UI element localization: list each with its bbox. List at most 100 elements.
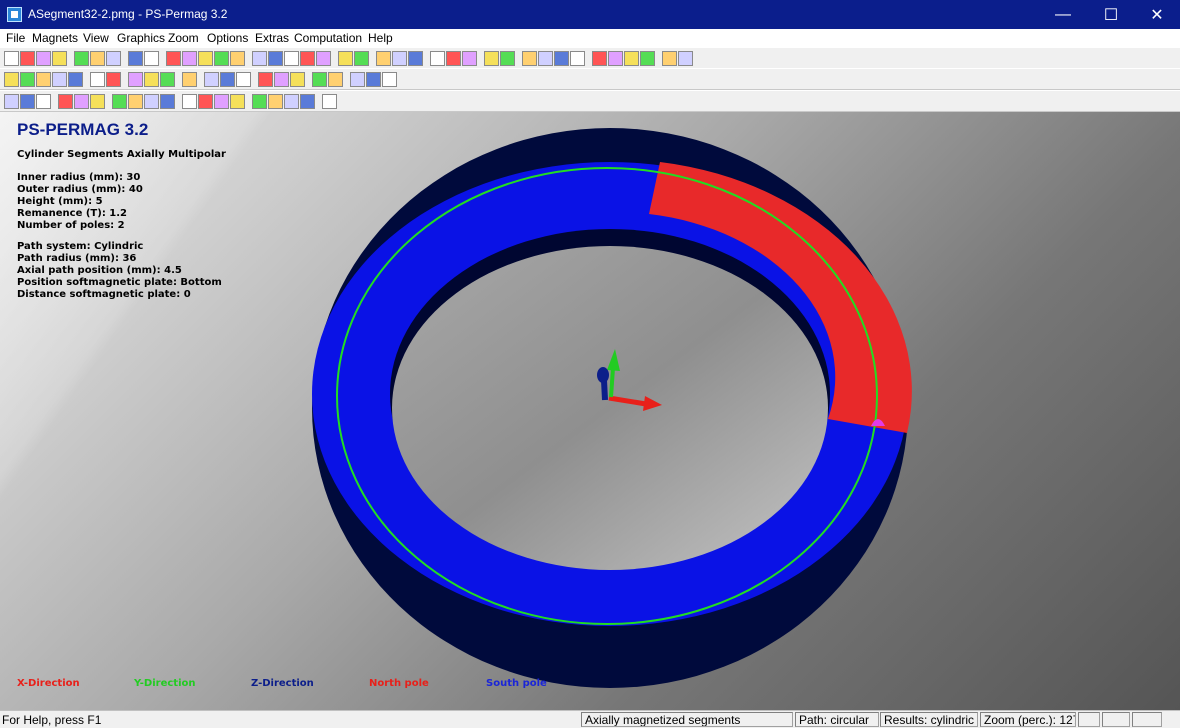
toolbar-button[interactable]: [68, 72, 83, 87]
toolbar-button[interactable]: [166, 51, 181, 66]
toolbar-button[interactable]: [570, 51, 585, 66]
toolbar-button[interactable]: [284, 94, 299, 109]
toolbar-button[interactable]: [106, 72, 121, 87]
toolbar-button[interactable]: [554, 51, 569, 66]
toolbar-button[interactable]: [354, 51, 369, 66]
menu-view[interactable]: View: [83, 31, 109, 45]
toolbar-button[interactable]: [230, 94, 245, 109]
toolbar-button[interactable]: [290, 72, 305, 87]
toolbar-button[interactable]: [268, 94, 283, 109]
toolbar-button[interactable]: [392, 51, 407, 66]
softmagnetic-plate-position: Position softmagnetic plate: Bottom: [17, 277, 222, 288]
toolbar-button[interactable]: [58, 94, 73, 109]
menu-file[interactable]: File: [6, 31, 25, 45]
toolbar-button[interactable]: [52, 51, 67, 66]
toolbar-button[interactable]: [74, 94, 89, 109]
toolbar-separator: [656, 50, 661, 68]
menu-magnets[interactable]: Magnets: [32, 31, 78, 45]
toolbar-button[interactable]: [214, 51, 229, 66]
toolbar-button[interactable]: [20, 72, 35, 87]
toolbar-button[interactable]: [90, 51, 105, 66]
menu-computation[interactable]: Computation: [294, 31, 362, 45]
toolbar-button[interactable]: [446, 51, 461, 66]
toolbar-separator: [478, 50, 483, 68]
toolbar-button[interactable]: [430, 51, 445, 66]
toolbar-button[interactable]: [160, 72, 175, 87]
toolbar-button[interactable]: [662, 51, 677, 66]
toolbar-button[interactable]: [182, 72, 197, 87]
legend-y-direction: Y-Direction: [134, 678, 196, 689]
menu-extras[interactable]: Extras: [255, 31, 289, 45]
toolbar-button[interactable]: [300, 51, 315, 66]
toolbar-button[interactable]: [90, 94, 105, 109]
toolbar-button[interactable]: [128, 51, 143, 66]
toolbar-button[interactable]: [284, 51, 299, 66]
toolbar-button[interactable]: [382, 72, 397, 87]
toolbar-button[interactable]: [106, 51, 121, 66]
toolbar-button[interactable]: [252, 94, 267, 109]
toolbar-button[interactable]: [640, 51, 655, 66]
toolbar-button[interactable]: [52, 72, 67, 87]
toolbar-button[interactable]: [128, 72, 143, 87]
toolbar-button[interactable]: [274, 72, 289, 87]
toolbar-button[interactable]: [624, 51, 639, 66]
toolbar-button[interactable]: [220, 72, 235, 87]
maximize-button[interactable]: ☐: [1088, 0, 1134, 29]
toolbar-button[interactable]: [322, 94, 337, 109]
toolbar-button[interactable]: [236, 72, 251, 87]
toolbar-separator: [252, 71, 257, 89]
menu-options[interactable]: Options: [207, 31, 248, 45]
toolbar-button[interactable]: [328, 72, 343, 87]
3d-viewport[interactable]: PS-PERMAG 3.2 Cylinder Segments Axially …: [0, 112, 1180, 710]
menu-help[interactable]: Help: [368, 31, 393, 45]
toolbar-button[interactable]: [74, 51, 89, 66]
toolbar-button[interactable]: [484, 51, 499, 66]
toolbar-button[interactable]: [182, 94, 197, 109]
toolbar-button[interactable]: [268, 51, 283, 66]
toolbar-button[interactable]: [350, 72, 365, 87]
app-icon[interactable]: [7, 7, 22, 22]
toolbar-button[interactable]: [4, 94, 19, 109]
toolbar-button[interactable]: [538, 51, 553, 66]
toolbar-button[interactable]: [408, 51, 423, 66]
toolbar-button[interactable]: [366, 72, 381, 87]
toolbar-button[interactable]: [4, 72, 19, 87]
toolbar-button[interactable]: [258, 72, 273, 87]
toolbar-button[interactable]: [316, 51, 331, 66]
toolbar-button[interactable]: [36, 94, 51, 109]
toolbar-button[interactable]: [36, 51, 51, 66]
toolbar-button[interactable]: [592, 51, 607, 66]
toolbar-button[interactable]: [144, 51, 159, 66]
toolbar-button[interactable]: [20, 94, 35, 109]
menu-zoom[interactable]: Zoom: [168, 31, 199, 45]
toolbar-button[interactable]: [500, 51, 515, 66]
toolbar-button[interactable]: [376, 51, 391, 66]
toolbar-button[interactable]: [128, 94, 143, 109]
toolbar-button[interactable]: [204, 72, 219, 87]
toolbar-button[interactable]: [36, 72, 51, 87]
toolbar-button[interactable]: [252, 51, 267, 66]
toolbar-button[interactable]: [608, 51, 623, 66]
toolbar-button[interactable]: [198, 51, 213, 66]
toolbar-button[interactable]: [160, 94, 175, 109]
toolbar-button[interactable]: [4, 51, 19, 66]
toolbar-button[interactable]: [522, 51, 537, 66]
toolbar-button[interactable]: [214, 94, 229, 109]
toolbar-button[interactable]: [198, 94, 213, 109]
toolbar-button[interactable]: [90, 72, 105, 87]
toolbar-button[interactable]: [230, 51, 245, 66]
toolbar-button[interactable]: [300, 94, 315, 109]
toolbar-button[interactable]: [20, 51, 35, 66]
toolbar-button[interactable]: [312, 72, 327, 87]
menu-graphics[interactable]: Graphics: [117, 31, 165, 45]
close-button[interactable]: ✕: [1134, 0, 1180, 29]
toolbar-button[interactable]: [678, 51, 693, 66]
toolbar-button[interactable]: [182, 51, 197, 66]
toolbar-button[interactable]: [462, 51, 477, 66]
toolbar-button[interactable]: [144, 72, 159, 87]
toolbar-separator: [332, 50, 337, 68]
toolbar-button[interactable]: [144, 94, 159, 109]
toolbar-button[interactable]: [338, 51, 353, 66]
minimize-button[interactable]: —: [1040, 0, 1086, 29]
toolbar-button[interactable]: [112, 94, 127, 109]
